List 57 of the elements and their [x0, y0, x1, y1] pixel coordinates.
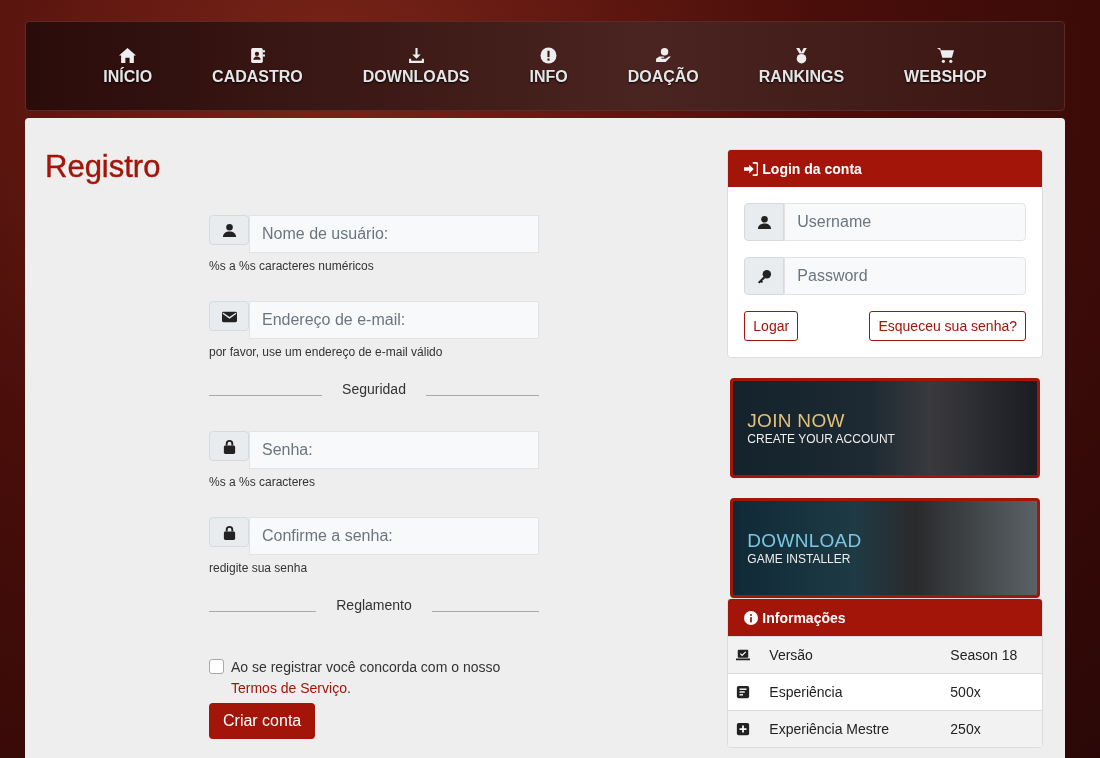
- nav-link[interactable]: DOWNLOADS: [332, 46, 500, 86]
- nav-link[interactable]: DOAÇÃO: [597, 46, 729, 86]
- text-input[interactable]: Senha:: [249, 431, 539, 469]
- info-label: Versão: [769, 647, 814, 663]
- promo-banner[interactable]: DOWNLOAD GAME INSTALLER: [730, 498, 1040, 598]
- field-hint: %s a %s caracteres: [209, 475, 317, 489]
- outline-button[interactable]: Logar: [744, 311, 799, 341]
- create-account-button[interactable]: Criar conta: [209, 703, 316, 739]
- nav-link[interactable]: INÍCIO: [73, 46, 183, 86]
- banner-subtitle: GAME INSTALLER: [747, 552, 852, 566]
- home-icon: [119, 46, 137, 64]
- document-icon: [736, 685, 751, 699]
- section-label: Seguridad: [342, 381, 406, 397]
- nav-link[interactable]: WEBSHOP: [874, 46, 1017, 86]
- text-input[interactable]: Username: [784, 203, 1026, 241]
- info-value: 500x: [950, 684, 981, 700]
- field-hint: por favor, use um endereço de e-mail válido: [209, 345, 444, 359]
- card-title: Login da conta: [762, 160, 862, 177]
- field-hint: redigite sua senha: [209, 561, 309, 575]
- info-value: Season 18: [950, 647, 1018, 663]
- info-circle-icon: [744, 610, 759, 625]
- banner-title: DOWNLOAD: [747, 530, 863, 552]
- laptop-icon: [736, 648, 751, 662]
- user-icon: [209, 215, 249, 245]
- key-icon: [744, 257, 785, 295]
- text-input[interactable]: Endereço de e-mail:: [249, 301, 539, 339]
- text-input[interactable]: Confirme a senha:: [249, 517, 539, 555]
- cart-icon: [936, 46, 954, 64]
- user-icon: [744, 203, 785, 241]
- field-hint: %s a %s caracteres numéricos: [209, 259, 375, 273]
- plus-square-icon: [736, 722, 751, 736]
- terms-text: Ao se registrar você concorda com o nosso Termos de Serviço.: [231, 658, 501, 698]
- nav-link[interactable]: INFO: [499, 46, 598, 86]
- info-value: 250x: [950, 721, 981, 737]
- outline-button[interactable]: Esqueceu sua senha?: [869, 311, 1026, 341]
- hand-coin-icon: [654, 46, 672, 64]
- sign-in-icon: [744, 161, 759, 176]
- envelope-icon: [209, 301, 249, 331]
- terms-link[interactable]: Termos de Serviço: [231, 680, 347, 696]
- text-input[interactable]: Nome de usuário:: [249, 215, 539, 253]
- page-title: Registro: [45, 149, 162, 185]
- promo-banner[interactable]: JOIN NOW CREATE YOUR ACCOUNT: [730, 378, 1040, 478]
- terms-checkbox[interactable]: [209, 659, 224, 674]
- info-circle-icon: [540, 46, 558, 64]
- banner-subtitle: CREATE YOUR ACCOUNT: [747, 432, 896, 446]
- nav-link[interactable]: CADASTRO: [182, 46, 333, 86]
- lock-icon: [209, 517, 249, 547]
- text-input[interactable]: Password: [784, 257, 1026, 295]
- card-title: Informações: [762, 609, 846, 626]
- lock-icon: [209, 431, 249, 461]
- contact-card-icon: [248, 46, 266, 64]
- download-icon: [407, 46, 425, 64]
- banner-title: JOIN NOW: [747, 410, 846, 432]
- info-label: Experiência Mestre: [769, 721, 891, 737]
- nav-link[interactable]: RANKINGS: [728, 46, 875, 86]
- section-label: Reglamento: [336, 597, 412, 613]
- info-label: Esperiência: [769, 684, 844, 700]
